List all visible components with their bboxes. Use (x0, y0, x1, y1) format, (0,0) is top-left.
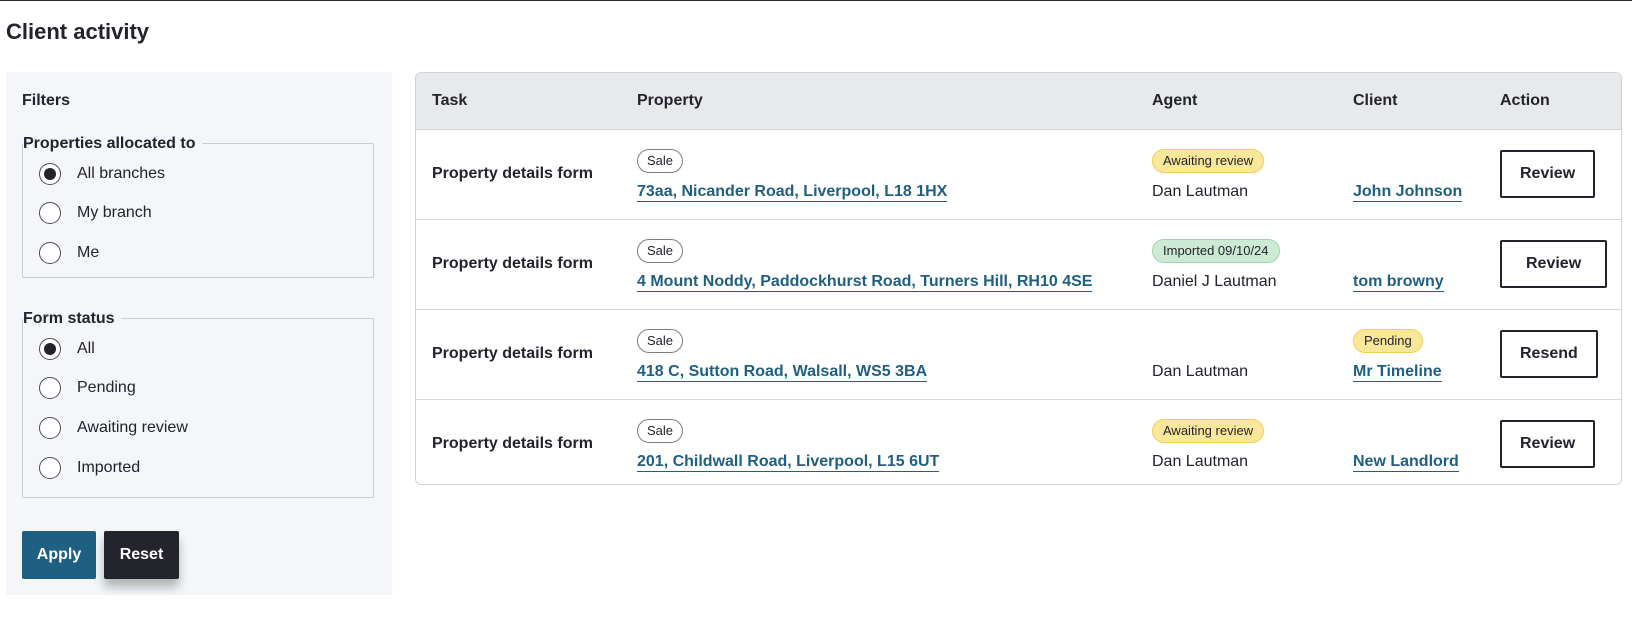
allocated-fieldset: Properties allocated to All branches My … (22, 135, 374, 278)
agent-cell: Awaiting review Dan Lautman (1136, 398, 1337, 484)
radio-status-awaiting[interactable]: Awaiting review (39, 415, 188, 441)
client-link[interactable]: Mr Timeline (1353, 363, 1442, 382)
agent-name: Dan Lautman (1152, 452, 1249, 470)
table-row: Property details form Sale 73aa, Nicande… (416, 129, 1621, 219)
radio-my-branch-control[interactable] (39, 202, 61, 224)
task-cell: Property details form (432, 165, 593, 182)
sale-tag: Sale (637, 238, 684, 263)
client-cell: Pending Mr Timeline (1337, 308, 1484, 399)
radio-status-all-label: All (77, 340, 95, 357)
table-row: Property details form Sale 418 C, Sutton… (416, 308, 1621, 399)
radio-me-label: Me (77, 244, 100, 261)
radio-all-branches[interactable]: All branches (39, 161, 165, 187)
filters-title: Filters (22, 92, 71, 109)
header-client: Client (1337, 73, 1484, 130)
task-cell: Property details form (416, 308, 621, 399)
table-header-row: Task Property Agent Client Action (416, 73, 1621, 130)
resend-button[interactable]: Resend (1500, 330, 1598, 378)
status-badge: Imported 09/10/24 (1152, 238, 1280, 263)
table-row: Property details form Sale 4 Mount Noddy… (416, 218, 1621, 309)
status-badge: Awaiting review (1152, 418, 1265, 443)
agent-cell: Awaiting review Dan Lautman (1136, 129, 1337, 219)
client-link[interactable]: New Landlord (1353, 453, 1459, 472)
review-button[interactable]: Review (1500, 420, 1596, 468)
property-cell: Sale 418 C, Sutton Road, Walsall, WS5 3B… (621, 308, 1136, 399)
property-link[interactable]: 201, Childwall Road, Liverpool, L15 6UT (637, 453, 940, 472)
radio-me-control[interactable] (39, 242, 61, 264)
client-cell: John Johnson (1337, 129, 1484, 219)
property-cell: Sale 73aa, Nicander Road, Liverpool, L18… (621, 129, 1136, 219)
property-link[interactable]: 73aa, Nicander Road, Liverpool, L18 1HX (637, 183, 948, 202)
radio-all-branches-control[interactable] (39, 163, 61, 185)
page-title: Client activity (6, 19, 150, 44)
radio-status-pending[interactable]: Pending (39, 375, 136, 401)
review-button[interactable]: Review (1500, 150, 1596, 198)
radio-status-all[interactable]: All (39, 336, 95, 362)
filters-panel: Filters Properties allocated to All bran… (6, 72, 392, 595)
header-agent: Agent (1136, 73, 1337, 130)
action-cell: Review (1484, 398, 1621, 484)
client-cell: tom browny (1337, 218, 1484, 309)
radio-all-branches-label: All branches (77, 165, 166, 182)
sale-tag: Sale (637, 328, 684, 353)
apply-button[interactable]: Apply (22, 531, 96, 579)
status-badge: Awaiting review (1152, 148, 1265, 173)
client-link[interactable]: John Johnson (1353, 183, 1463, 202)
radio-status-awaiting-label: Awaiting review (77, 419, 188, 436)
status-badge: Pending (1353, 328, 1423, 353)
allocated-legend: Properties allocated to (23, 135, 202, 153)
action-cell: Review (1484, 129, 1621, 219)
form-status-fieldset: Form status All Pending Awaiting review … (22, 310, 374, 498)
form-status-legend: Form status (23, 310, 121, 328)
radio-me[interactable]: Me (39, 240, 99, 266)
radio-status-pending-label: Pending (77, 379, 136, 396)
header-action: Action (1484, 73, 1621, 130)
agent-name: Dan Lautman (1152, 362, 1249, 380)
reset-button[interactable]: Reset (104, 531, 179, 579)
agent-name: Daniel J Lautman (1152, 272, 1277, 290)
action-cell: Resend (1484, 308, 1621, 399)
agent-name: Dan Lautman (1152, 182, 1249, 200)
property-cell: Sale 4 Mount Noddy, Paddockhurst Road, T… (621, 218, 1136, 309)
header-task: Task (416, 73, 621, 130)
radio-status-imported[interactable]: Imported (39, 455, 140, 481)
radio-status-awaiting-control[interactable] (39, 417, 61, 439)
agent-cell: Imported 09/10/24 Daniel J Lautman (1136, 218, 1337, 309)
sale-tag: Sale (637, 148, 684, 173)
radio-status-imported-label: Imported (77, 459, 141, 476)
radio-status-imported-control[interactable] (39, 457, 61, 479)
radio-my-branch-label: My branch (77, 204, 152, 221)
client-cell: New Landlord (1337, 398, 1484, 484)
radio-status-all-control[interactable] (39, 338, 61, 360)
radio-my-branch[interactable]: My branch (39, 200, 152, 226)
property-link[interactable]: 418 C, Sutton Road, Walsall, WS5 3BA (637, 363, 928, 382)
activity-table: Task Property Agent Client Action Proper… (415, 72, 1622, 485)
client-link[interactable]: tom browny (1353, 273, 1444, 292)
property-link[interactable]: 4 Mount Noddy, Paddockhurst Road, Turner… (637, 273, 1093, 292)
sale-tag: Sale (637, 418, 684, 443)
radio-status-pending-control[interactable] (39, 377, 61, 399)
review-button[interactable]: Review (1500, 240, 1608, 288)
table-row: Property details form Sale 201, Childwal… (416, 398, 1621, 484)
task-cell: Property details form (416, 398, 621, 484)
header-property: Property (621, 73, 1136, 130)
action-cell: Review (1484, 218, 1621, 309)
agent-cell: Dan Lautman (1136, 308, 1337, 399)
task-cell: Property details form (416, 218, 621, 309)
property-cell: Sale 201, Childwall Road, Liverpool, L15… (621, 398, 1136, 484)
